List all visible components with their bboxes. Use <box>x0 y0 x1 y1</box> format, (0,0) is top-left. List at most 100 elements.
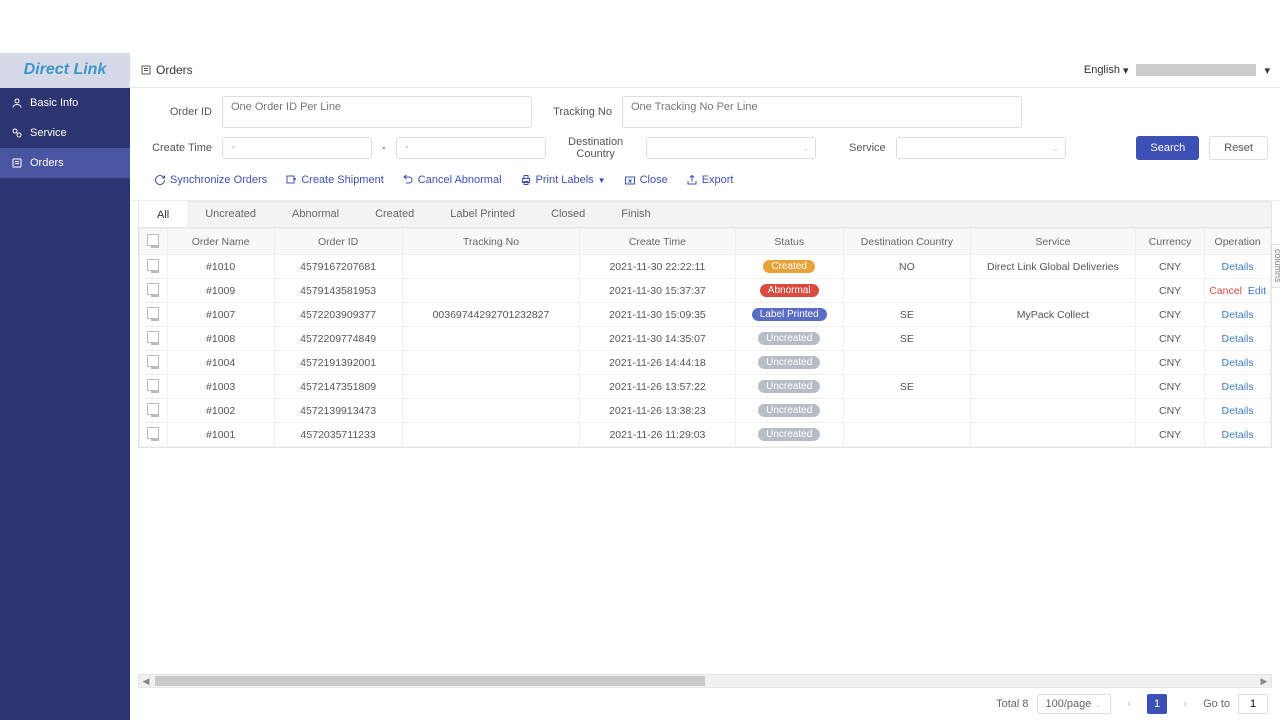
service-icon <box>10 126 24 140</box>
data-cell: 4572147351809 <box>274 375 402 399</box>
data-cell: SE <box>843 303 970 327</box>
data-cell: 2021-11-30 14:35:07 <box>580 327 735 351</box>
col-header: Operation <box>1205 229 1271 255</box>
sidebar-item-orders[interactable]: Orders <box>0 148 130 178</box>
status-badge: Label Printed <box>752 308 827 321</box>
printer-icon <box>520 174 532 186</box>
page-title: Orders <box>140 63 193 77</box>
scroll-right-icon[interactable]: ▶ <box>1257 676 1271 687</box>
status-tabs: AllUncreatedAbnormalCreatedLabel Printed… <box>138 201 1272 228</box>
status-badge: Created <box>763 260 815 273</box>
row-checkbox-cell <box>140 375 168 399</box>
status-badge: Uncreated <box>758 332 820 345</box>
service-select[interactable]: ⌄ <box>896 137 1066 159</box>
tab-uncreated[interactable]: Uncreated <box>187 202 274 227</box>
page-1-button[interactable]: 1 <box>1147 694 1167 714</box>
table-row: #100945791435819532021-11-30 15:37:37Abn… <box>140 279 1271 303</box>
user-menu[interactable] <box>1136 64 1256 76</box>
row-checkbox[interactable] <box>147 403 159 415</box>
details-link[interactable]: Details <box>1222 429 1254 441</box>
row-checkbox[interactable] <box>147 427 159 439</box>
cancel-abnormal-action[interactable]: Cancel Abnormal <box>402 174 502 186</box>
next-page-button[interactable]: › <box>1175 694 1195 714</box>
operation-cell: Details <box>1205 399 1271 423</box>
data-cell <box>843 351 970 375</box>
status-cell: Uncreated <box>735 423 843 447</box>
tab-label-printed[interactable]: Label Printed <box>432 202 533 227</box>
details-link[interactable]: Details <box>1222 261 1254 273</box>
row-checkbox[interactable] <box>147 355 159 367</box>
tab-all[interactable]: All <box>139 201 187 227</box>
col-header: Tracking No <box>402 229 580 255</box>
details-link[interactable]: Details <box>1222 357 1254 369</box>
data-cell: CNY <box>1135 279 1204 303</box>
columns-toggle[interactable]: columns <box>1271 244 1280 288</box>
status-cell: Abnormal <box>735 279 843 303</box>
close-icon <box>624 174 636 186</box>
print-labels-action[interactable]: Print Labels ▼ <box>520 174 606 186</box>
tab-abnormal[interactable]: Abnormal <box>274 202 357 227</box>
row-checkbox[interactable] <box>147 331 159 343</box>
row-checkbox[interactable] <box>147 259 159 271</box>
user-icon <box>10 96 24 110</box>
data-cell <box>843 279 970 303</box>
col-header: Order Name <box>167 229 274 255</box>
data-cell: CNY <box>1135 351 1204 375</box>
table-row: #100445721913920012021-11-26 14:44:18Unc… <box>140 351 1271 375</box>
data-cell: 4579143581953 <box>274 279 402 303</box>
export-icon <box>686 174 698 186</box>
order-id-input[interactable] <box>222 96 532 128</box>
data-cell: CNY <box>1135 399 1204 423</box>
operation-cell: Details <box>1205 327 1271 351</box>
row-checkbox[interactable] <box>147 283 159 295</box>
edit-link[interactable]: Edit <box>1248 285 1266 297</box>
prev-page-button[interactable]: ‹ <box>1119 694 1139 714</box>
topbar: Orders English ▾ ▾ <box>130 53 1280 88</box>
table-row: #100145720357112332021-11-26 11:29:03Unc… <box>140 423 1271 447</box>
data-cell: #1010 <box>167 255 274 279</box>
sidebar-item-label: Orders <box>30 157 64 169</box>
export-action[interactable]: Export <box>686 174 734 186</box>
data-cell <box>970 423 1135 447</box>
table-row: #100245721399134732021-11-26 13:38:23Unc… <box>140 399 1271 423</box>
scroll-thumb[interactable] <box>155 676 705 686</box>
data-cell: NO <box>843 255 970 279</box>
create-shipment-action[interactable]: Create Shipment <box>285 174 384 186</box>
details-link[interactable]: Details <box>1222 405 1254 417</box>
select-all-checkbox[interactable] <box>147 234 159 246</box>
reset-button[interactable]: Reset <box>1209 136 1268 160</box>
page-size-select[interactable]: 100/page ⌄ <box>1037 694 1112 714</box>
chevron-down-icon: ⌄ <box>1052 144 1059 153</box>
tracking-no-input[interactable] <box>622 96 1022 128</box>
status-badge: Uncreated <box>758 356 820 369</box>
data-cell: SE <box>843 327 970 351</box>
tab-closed[interactable]: Closed <box>533 202 603 227</box>
action-label: Cancel Abnormal <box>418 174 502 186</box>
data-cell: #1007 <box>167 303 274 327</box>
scroll-left-icon[interactable]: ◀ <box>139 676 153 687</box>
action-label: Synchronize Orders <box>170 174 267 186</box>
tab-finish[interactable]: Finish <box>603 202 668 227</box>
operation-cell: Details <box>1205 351 1271 375</box>
search-button[interactable]: Search <box>1136 136 1199 160</box>
row-checkbox[interactable] <box>147 307 159 319</box>
sidebar-item-service[interactable]: Service <box>0 118 130 148</box>
create-time-from[interactable]: ◔ <box>222 137 372 159</box>
details-link[interactable]: Details <box>1222 381 1254 393</box>
synchronize-orders-action[interactable]: Synchronize Orders <box>154 174 267 186</box>
horizontal-scrollbar[interactable]: ◀ ▶ <box>138 674 1272 688</box>
tab-created[interactable]: Created <box>357 202 432 227</box>
details-link[interactable]: Details <box>1222 309 1254 321</box>
close-action[interactable]: Close <box>624 174 668 186</box>
row-checkbox[interactable] <box>147 379 159 391</box>
data-cell: 4572139913473 <box>274 399 402 423</box>
sidebar-item-basic-info[interactable]: Basic Info <box>0 88 130 118</box>
create-time-to[interactable]: ◔ <box>396 137 546 159</box>
goto-page-input[interactable] <box>1238 694 1268 714</box>
dest-country-select[interactable]: ⌄ <box>646 137 816 159</box>
data-cell: 2021-11-26 13:57:22 <box>580 375 735 399</box>
details-link[interactable]: Details <box>1222 333 1254 345</box>
cancel-link[interactable]: Cancel <box>1209 285 1242 297</box>
data-cell <box>402 327 580 351</box>
language-selector[interactable]: English ▾ <box>1084 64 1129 77</box>
